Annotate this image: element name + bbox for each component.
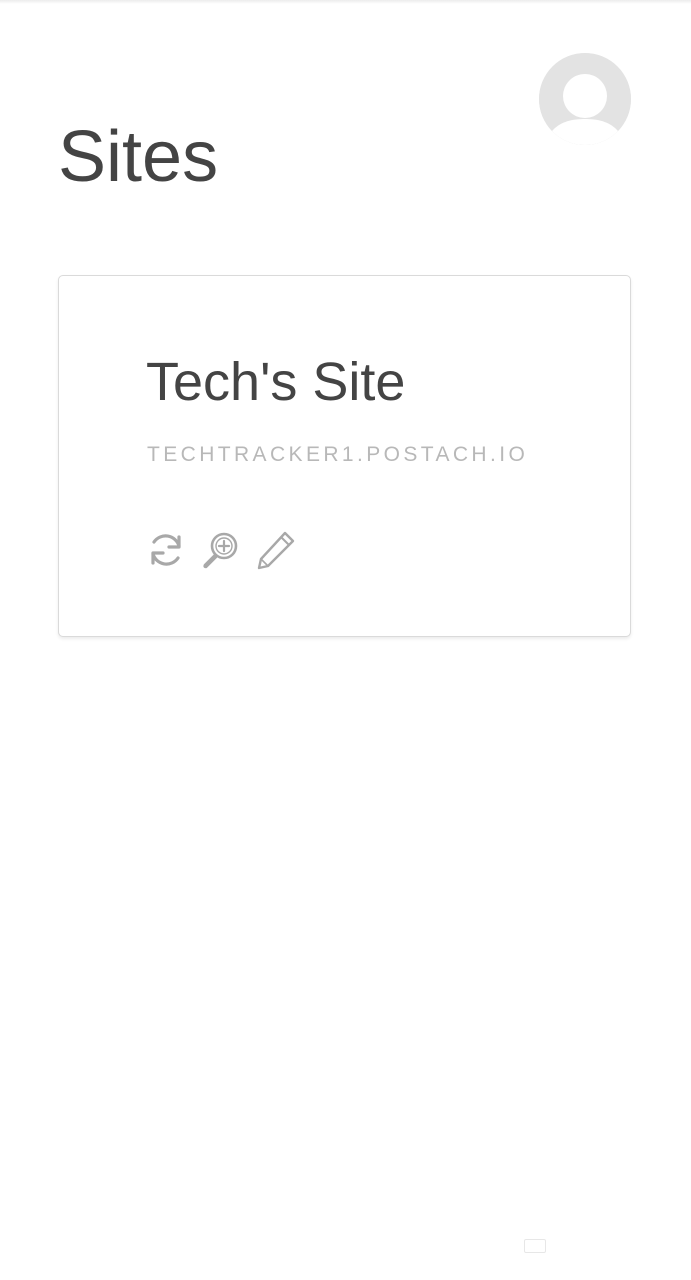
watermark-icon <box>524 1239 546 1253</box>
top-edge-shadow <box>0 0 691 4</box>
refresh-button[interactable] <box>146 530 186 570</box>
refresh-icon <box>151 534 181 566</box>
zoom-in-icon <box>203 532 238 569</box>
site-card[interactable]: Tech's Site TECHTRACKER1.POSTACH.IO <box>58 275 631 637</box>
pencil-icon <box>257 531 295 570</box>
user-avatar[interactable] <box>539 53 631 145</box>
user-avatar-icon <box>539 53 631 145</box>
preview-button[interactable] <box>201 530 241 570</box>
site-name[interactable]: Tech's Site <box>146 350 405 414</box>
site-url[interactable]: TECHTRACKER1.POSTACH.IO <box>147 442 528 468</box>
sites-page: Sites Tech's Site TECHTRACKER1.POSTACH.I… <box>0 0 691 1280</box>
page-title: Sites <box>58 117 219 197</box>
edit-button[interactable] <box>256 530 296 570</box>
